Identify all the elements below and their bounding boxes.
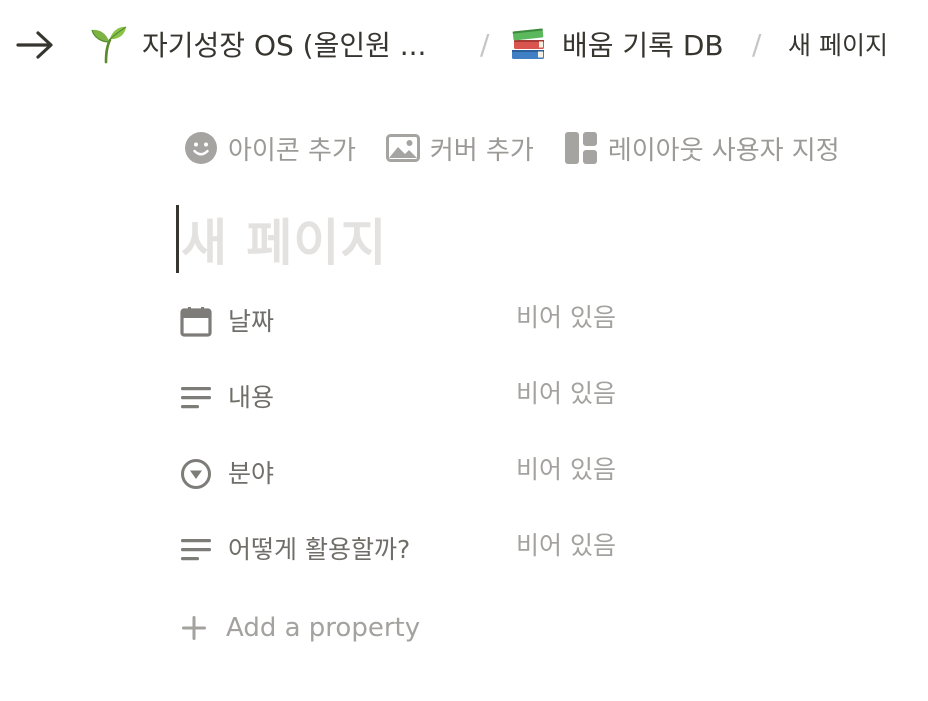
text-lines-icon <box>181 539 211 561</box>
smiley-icon <box>185 132 217 164</box>
breadcrumb-item-database[interactable]: 배움 기록 DB <box>508 22 724 66</box>
add-property-button[interactable]: Add a property <box>180 608 420 648</box>
image-icon <box>385 134 420 162</box>
property-label: 내용 <box>228 383 275 412</box>
add-icon-button[interactable]: 아이콘 추가 <box>184 130 356 167</box>
sprout-icon <box>91 26 127 64</box>
breadcrumb-label: 자기성장 OS (올인원 ... <box>142 29 427 62</box>
customize-layout-button[interactable]: 레이아웃 사용자 지정 <box>564 130 840 167</box>
property-value[interactable]: 비어 있음 <box>516 452 616 488</box>
text-lines-icon <box>181 387 211 409</box>
properties-list: 날짜 비어 있음 내용 비어 있음 분야 비어 있음 어떻게 활용할까? 비어 … <box>178 300 878 604</box>
property-row-date[interactable]: 날짜 비어 있음 <box>178 300 878 376</box>
property-value[interactable]: 비어 있음 <box>516 528 616 564</box>
property-label: 어떻게 활용할까? <box>228 535 411 564</box>
select-circle-icon <box>181 459 211 489</box>
property-label: 날짜 <box>228 307 275 336</box>
property-value[interactable]: 비어 있음 <box>516 376 616 412</box>
breadcrumb-separator: / <box>480 27 490 61</box>
property-row-how-to-use[interactable]: 어떻게 활용할까? 비어 있음 <box>178 528 878 604</box>
calendar-icon <box>180 307 212 337</box>
property-label: 분야 <box>228 459 275 488</box>
breadcrumb-item-current-page[interactable]: 새 페이지 <box>788 22 888 66</box>
property-row-field[interactable]: 분야 비어 있음 <box>178 452 878 528</box>
breadcrumb-label: 배움 기록 DB <box>562 29 724 62</box>
breadcrumb-separator: / <box>752 27 762 61</box>
page-title-placeholder[interactable]: 새 페이지 <box>181 203 387 275</box>
breadcrumb-item-workspace[interactable]: 자기성장 OS (올인원 ... <box>88 22 426 66</box>
books-icon <box>512 28 544 59</box>
property-row-content[interactable]: 내용 비어 있음 <box>178 376 878 452</box>
page-title-field[interactable]: 새 페이지 <box>176 204 387 274</box>
add-cover-label: 커버 추가 <box>429 135 534 166</box>
breadcrumb-bar: 자기성장 OS (올인원 ... / 배움 기록 DB / 새 페이지 <box>0 0 928 88</box>
add-icon-label: 아이콘 추가 <box>228 135 356 166</box>
add-cover-button[interactable]: 커버 추가 <box>385 130 534 167</box>
forward-arrow-icon[interactable] <box>16 30 56 60</box>
add-property-label: Add a property <box>226 613 421 643</box>
text-caret <box>176 205 179 273</box>
property-value[interactable]: 비어 있음 <box>516 300 616 336</box>
plus-icon <box>182 616 206 640</box>
page-controls: 아이콘 추가 커버 추가 레이아웃 사용자 지정 <box>184 126 870 170</box>
breadcrumb-label: 새 페이지 <box>788 31 888 60</box>
customize-layout-label: 레이아웃 사용자 지정 <box>607 135 840 166</box>
layout-icon <box>564 132 597 164</box>
